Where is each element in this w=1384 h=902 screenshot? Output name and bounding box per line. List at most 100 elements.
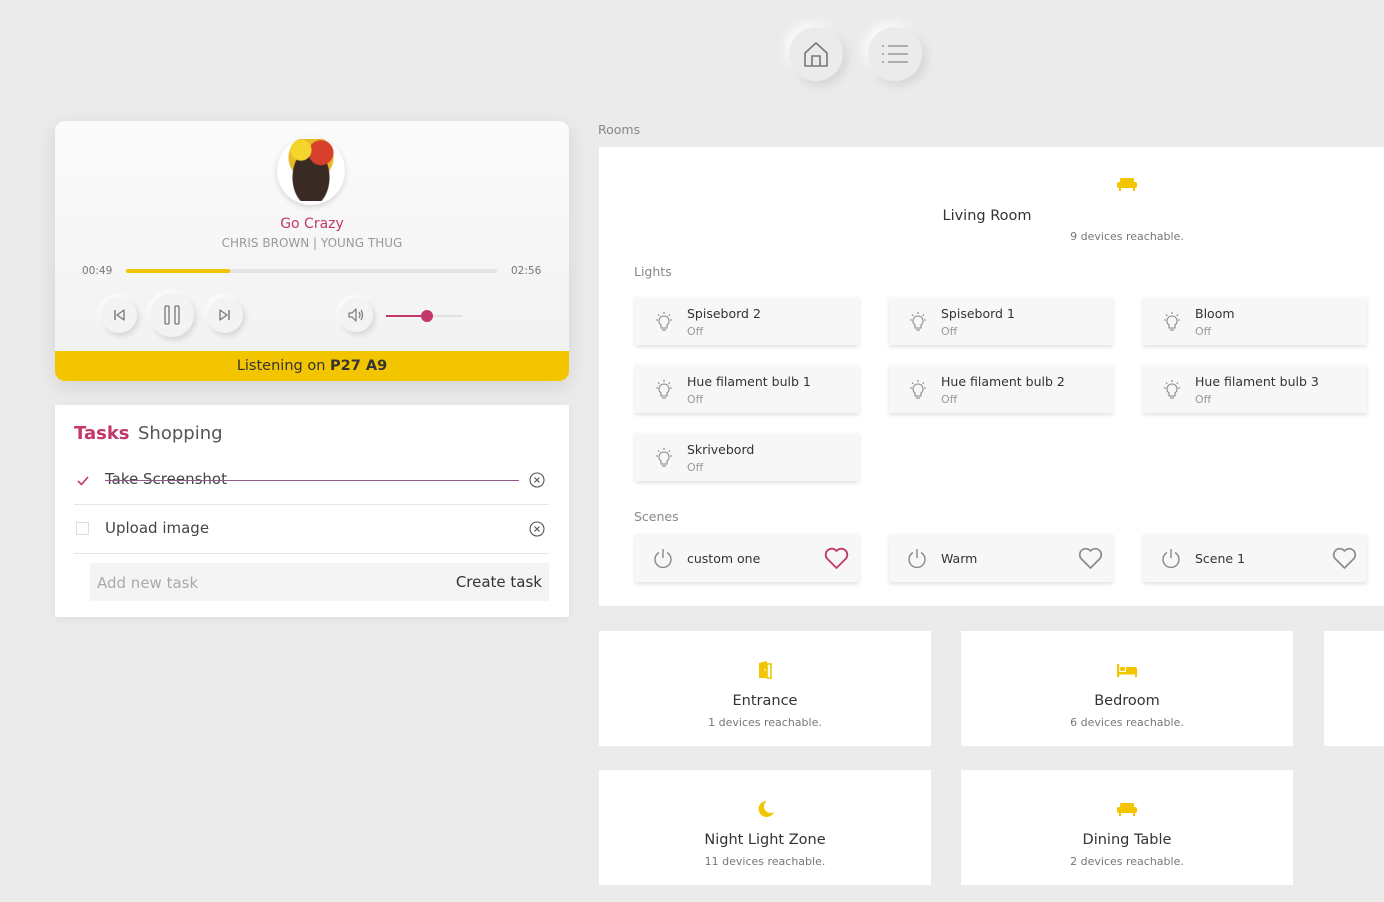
skip-next-icon xyxy=(219,309,230,321)
heart-icon[interactable] xyxy=(1078,547,1103,570)
sofa-icon xyxy=(1117,178,1137,191)
power-icon[interactable] xyxy=(652,547,674,569)
listening-device: P27 A9 xyxy=(330,358,388,374)
pause-icon xyxy=(164,305,180,325)
scenes-label: Scenes xyxy=(634,509,679,524)
album-art-image xyxy=(286,139,336,201)
light-card[interactable]: Skrivebord Off xyxy=(635,433,859,481)
tab-shopping[interactable]: Shopping xyxy=(138,423,223,444)
door-icon xyxy=(759,661,772,679)
progress-fill xyxy=(126,269,230,273)
task-item[interactable]: Take Screenshot xyxy=(74,456,549,505)
song-artist: CHRIS BROWN | YOUNG THUG xyxy=(221,236,403,250)
room-name: Entrance xyxy=(732,693,798,709)
bed-icon xyxy=(1117,664,1137,677)
light-name: Hue filament bulb 1 xyxy=(687,374,811,389)
time-elapsed: 00:49 xyxy=(82,265,113,277)
light-card[interactable]: Spisebord 2 Off xyxy=(635,297,859,345)
next-button[interactable] xyxy=(207,297,243,333)
room-card-night-light-zone[interactable]: Night Light Zone 11 devices reachable. xyxy=(599,770,931,885)
room-living-room: Living Room 9 devices reachable. Lights … xyxy=(599,147,1384,606)
song-title: Go Crazy xyxy=(280,216,344,232)
scene-name: Scene 1 xyxy=(1195,551,1246,566)
light-card[interactable]: Hue filament bulb 1 Off xyxy=(635,365,859,413)
task-checkbox[interactable] xyxy=(76,522,89,535)
previous-button[interactable] xyxy=(101,297,137,333)
light-name: Hue filament bulb 2 xyxy=(941,374,1065,389)
list-icon xyxy=(882,45,908,63)
light-card[interactable]: Spisebord 1 Off xyxy=(889,297,1113,345)
moon-icon xyxy=(758,800,774,817)
pause-button[interactable] xyxy=(150,293,194,337)
light-name: Spisebord 2 xyxy=(687,306,761,321)
task-checkbox-checked[interactable] xyxy=(76,473,89,486)
listening-on-bar[interactable]: Listening on P27 A9 xyxy=(55,351,569,381)
room-subtitle: 9 devices reachable. xyxy=(1070,230,1184,243)
lightbulb-icon xyxy=(910,380,926,399)
album-art xyxy=(277,137,345,205)
create-task-button[interactable]: Create task xyxy=(456,573,542,591)
volume-icon xyxy=(348,308,364,322)
new-task-input[interactable] xyxy=(90,563,399,603)
scene-card[interactable]: Warm xyxy=(889,534,1113,582)
time-total: 02:56 xyxy=(511,265,542,277)
tasks-card: Tasks Shopping Take Screenshot Upload im… xyxy=(55,405,569,617)
light-state: Off xyxy=(1195,325,1212,338)
lightbulb-icon xyxy=(1164,380,1180,399)
light-name: Bloom xyxy=(1195,306,1235,321)
rooms-section-label: Rooms xyxy=(598,122,641,137)
lightbulb-icon xyxy=(910,312,926,331)
room-name: Bedroom xyxy=(1094,693,1160,709)
light-card[interactable]: Bloom Off xyxy=(1143,297,1367,345)
lights-label: Lights xyxy=(634,264,672,279)
light-state: Off xyxy=(687,461,704,474)
sofa-icon xyxy=(1117,803,1137,816)
task-label: Take Screenshot xyxy=(105,470,227,488)
remove-task-icon[interactable] xyxy=(529,472,545,488)
light-card[interactable]: Hue filament bulb 3 Off xyxy=(1143,365,1367,413)
room-card-dining-table[interactable]: Dining Table 2 devices reachable. xyxy=(961,770,1293,885)
light-name: Hue filament bulb 3 xyxy=(1195,374,1319,389)
light-card[interactable]: Hue filament bulb 2 Off xyxy=(889,365,1113,413)
room-card-partial[interactable] xyxy=(1324,631,1384,746)
progress-bar[interactable] xyxy=(126,269,497,273)
new-task-form: Create task xyxy=(90,563,549,603)
scene-card[interactable]: Scene 1 xyxy=(1143,534,1367,582)
light-name: Spisebord 1 xyxy=(941,306,1015,321)
volume-button[interactable] xyxy=(339,298,373,332)
room-subtitle: 11 devices reachable. xyxy=(704,855,826,868)
room-card-bedroom[interactable]: Bedroom 6 devices reachable. xyxy=(961,631,1293,746)
room-subtitle: 6 devices reachable. xyxy=(1070,716,1184,729)
scene-name: custom one xyxy=(687,551,761,566)
power-icon[interactable] xyxy=(1160,547,1182,569)
scene-name: Warm xyxy=(941,551,978,566)
room-card-entrance[interactable]: Entrance 1 devices reachable. xyxy=(599,631,931,746)
lightbulb-icon xyxy=(656,380,672,399)
task-item[interactable]: Upload image xyxy=(74,505,549,554)
room-name: Dining Table xyxy=(1082,832,1172,848)
volume-slider[interactable] xyxy=(386,310,463,322)
light-name: Skrivebord xyxy=(687,442,755,457)
volume-knob[interactable] xyxy=(420,310,433,322)
home-icon xyxy=(804,42,828,67)
home-button[interactable] xyxy=(789,27,843,81)
task-strikethrough xyxy=(105,480,519,481)
list-button[interactable] xyxy=(868,27,922,81)
remove-task-icon[interactable] xyxy=(529,521,545,537)
listening-prefix: Listening on xyxy=(236,358,330,374)
light-state: Off xyxy=(1195,393,1212,406)
room-subtitle: 2 devices reachable. xyxy=(1070,855,1184,868)
light-state: Off xyxy=(687,325,704,338)
lightbulb-icon xyxy=(1164,312,1180,331)
tab-tasks[interactable]: Tasks xyxy=(74,423,130,444)
task-label: Upload image xyxy=(105,519,210,537)
light-state: Off xyxy=(941,393,958,406)
room-title: Living Room xyxy=(942,208,1032,224)
light-state: Off xyxy=(687,393,704,406)
power-icon[interactable] xyxy=(906,547,928,569)
lightbulb-icon xyxy=(656,448,672,467)
scene-card[interactable]: custom one xyxy=(635,534,859,582)
heart-filled-icon[interactable] xyxy=(824,547,849,570)
heart-icon[interactable] xyxy=(1332,547,1357,570)
room-subtitle: 1 devices reachable. xyxy=(708,716,822,729)
